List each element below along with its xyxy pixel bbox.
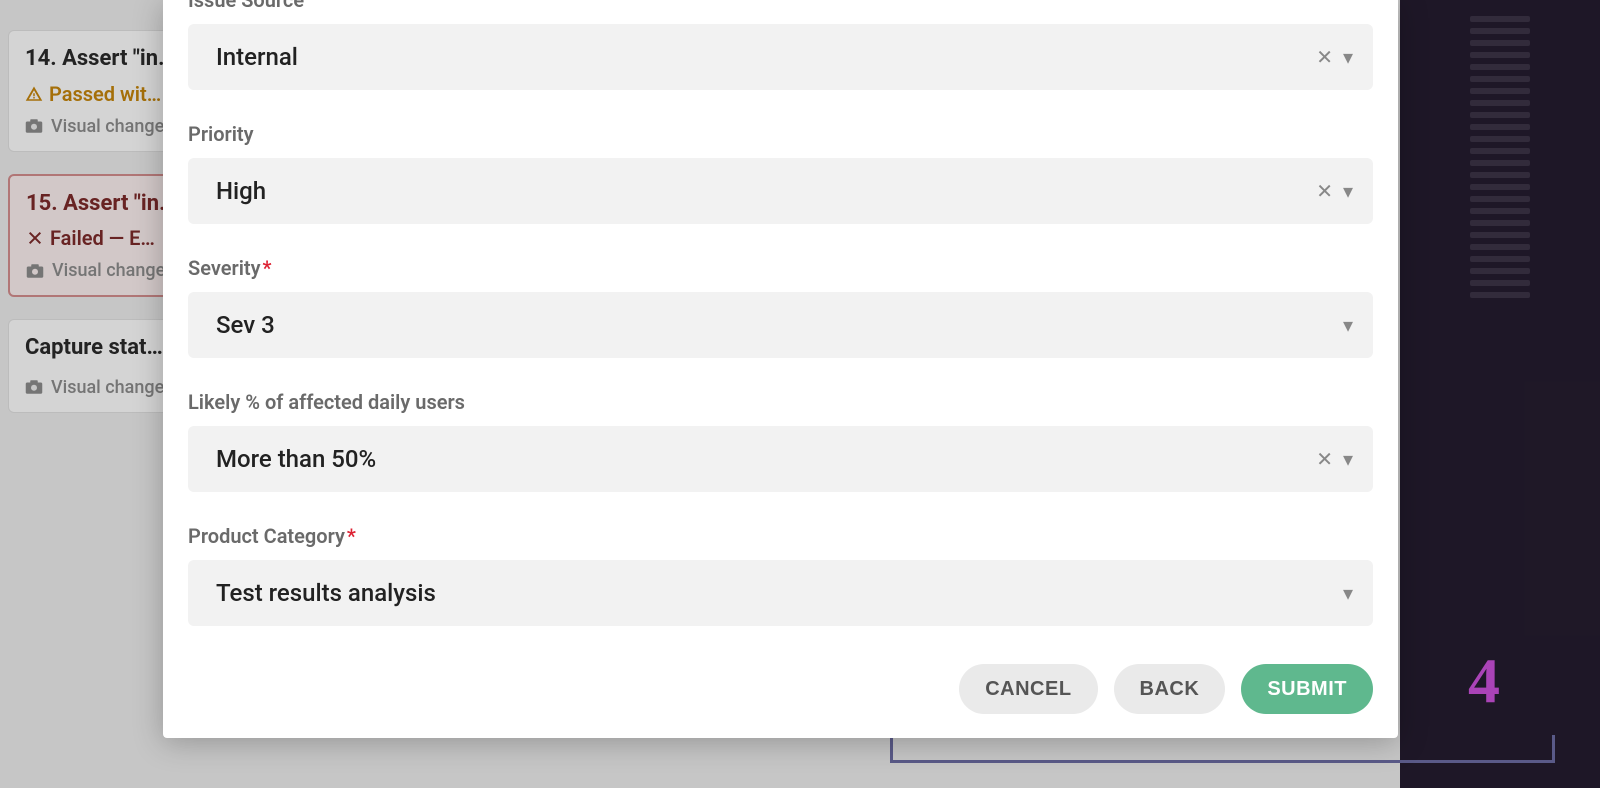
- chevron-down-icon[interactable]: ▾: [1343, 181, 1353, 201]
- field-label: Severity*: [188, 256, 1373, 280]
- select-issue-source[interactable]: Internal ✕ ▾: [188, 24, 1373, 90]
- field-issue-source: Issue Source Internal ✕ ▾: [188, 0, 1373, 90]
- clear-icon[interactable]: ✕: [1316, 449, 1333, 469]
- field-label: Priority: [188, 122, 1373, 146]
- select-affected-users[interactable]: More than 50% ✕ ▾: [188, 426, 1373, 492]
- chevron-down-icon[interactable]: ▾: [1343, 47, 1353, 67]
- cancel-button[interactable]: CANCEL: [959, 664, 1097, 714]
- field-affected-users: Likely % of affected daily users More th…: [188, 390, 1373, 492]
- submit-button[interactable]: SUBMIT: [1241, 664, 1373, 714]
- chevron-down-icon[interactable]: ▾: [1343, 315, 1353, 335]
- field-label: Issue Source: [188, 0, 1373, 12]
- modal-body: Issue Source Internal ✕ ▾ Priority High …: [188, 0, 1373, 738]
- issue-form-modal: Issue Source Internal ✕ ▾ Priority High …: [163, 0, 1398, 738]
- select-severity[interactable]: Sev 3 ▾: [188, 292, 1373, 358]
- clear-icon[interactable]: ✕: [1316, 47, 1333, 67]
- select-product-category[interactable]: Test results analysis ▾: [188, 560, 1373, 626]
- field-severity: Severity* Sev 3 ▾: [188, 256, 1373, 358]
- back-button[interactable]: BACK: [1114, 664, 1226, 714]
- chevron-down-icon[interactable]: ▾: [1343, 449, 1353, 469]
- select-value: High: [216, 177, 266, 205]
- clear-icon[interactable]: ✕: [1316, 181, 1333, 201]
- select-value: Test results analysis: [216, 579, 436, 607]
- select-value: More than 50%: [216, 445, 376, 473]
- field-label: Product Category*: [188, 524, 1373, 548]
- required-indicator: *: [263, 256, 272, 280]
- field-label: Likely % of affected daily users: [188, 390, 1373, 414]
- chevron-down-icon[interactable]: ▾: [1343, 583, 1353, 603]
- field-product-category: Product Category* Test results analysis …: [188, 524, 1373, 626]
- required-indicator: *: [347, 524, 356, 548]
- field-priority: Priority High ✕ ▾: [188, 122, 1373, 224]
- select-value: Internal: [216, 43, 298, 71]
- modal-footer: CANCEL BACK SUBMIT: [163, 664, 1373, 714]
- select-priority[interactable]: High ✕ ▾: [188, 158, 1373, 224]
- select-value: Sev 3: [216, 311, 275, 339]
